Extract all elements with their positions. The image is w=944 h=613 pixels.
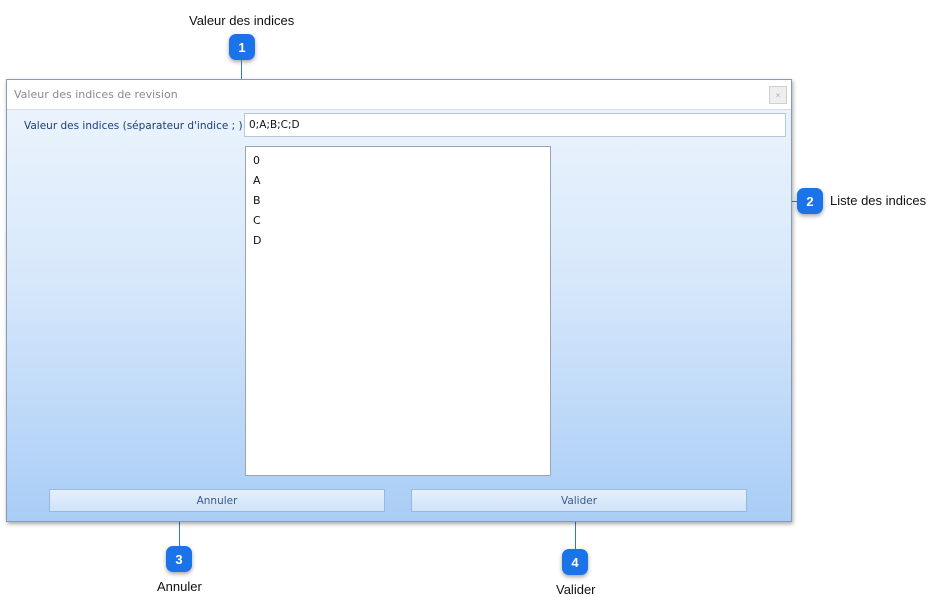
indices-list[interactable]: 0 A B C D [245, 146, 551, 476]
indices-input[interactable]: 0;A;B;C;D [244, 113, 786, 137]
callout-badge-4: 4 [562, 549, 588, 575]
cancel-button[interactable]: Annuler [49, 489, 385, 512]
close-icon[interactable]: × [769, 86, 787, 104]
annotated-screenshot: Valeur des indices 1 2 Liste des indices… [0, 0, 944, 613]
list-item[interactable]: C [246, 211, 550, 231]
callout-badge-1: 1 [229, 34, 255, 60]
list-item[interactable]: D [246, 231, 550, 251]
dialog-titlebar: Valeur des indices de revision × [7, 80, 791, 110]
list-item[interactable]: B [246, 191, 550, 211]
callout-label-2: Liste des indices [830, 193, 927, 208]
callout-badge-2: 2 [797, 188, 823, 214]
callout-label-4: Valider [556, 582, 596, 597]
dialog-title: Valeur des indices de revision [14, 88, 178, 101]
callout-label-3: Annuler [157, 579, 202, 594]
list-item[interactable]: 0 [246, 151, 550, 171]
revision-indices-dialog: Valeur des indices de revision × Valeur … [6, 79, 792, 522]
list-item[interactable]: A [246, 171, 550, 191]
indices-field-label: Valeur des indices (séparateur d'indice … [24, 120, 243, 132]
callout-label-1: Valeur des indices [189, 13, 295, 28]
callout-badge-3: 3 [166, 546, 192, 572]
validate-button[interactable]: Valider [411, 489, 747, 512]
